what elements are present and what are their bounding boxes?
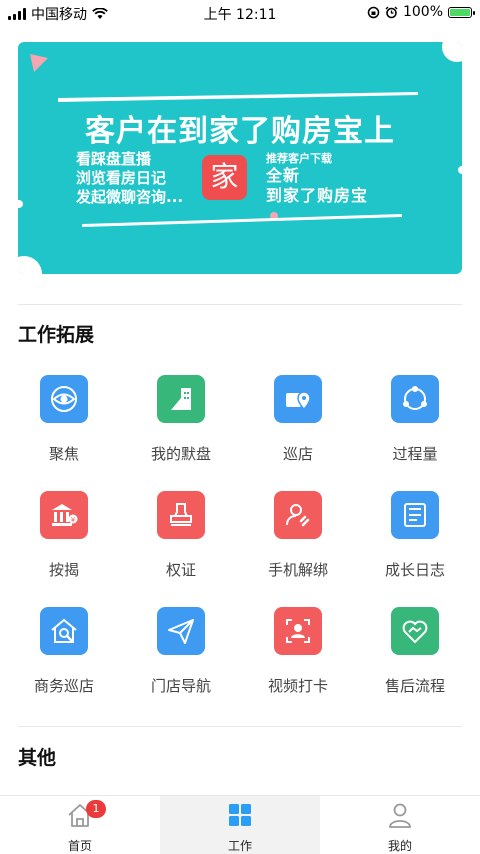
work-item-label: 成长日志 bbox=[384, 561, 445, 579]
recommend-caption: 推荐客户下载 bbox=[266, 152, 332, 165]
circle-decoration bbox=[442, 42, 462, 62]
section-title-other: 其他 bbox=[18, 747, 57, 769]
cycle-icon bbox=[391, 375, 439, 423]
work-item-focus[interactable]: 聚焦 bbox=[4, 372, 124, 482]
work-item-certificate[interactable]: 权证 bbox=[121, 488, 241, 598]
work-item-label: 售后流程 bbox=[384, 677, 445, 695]
section-title-work: 工作拓展 bbox=[18, 324, 95, 346]
alarm-icon bbox=[385, 6, 398, 18]
tab-home[interactable]: 1 首页 bbox=[0, 796, 160, 854]
tab-mine[interactable]: 我的 bbox=[320, 796, 480, 854]
work-item-phone-unbind[interactable]: 手机解绑 bbox=[238, 488, 358, 598]
stripe-decoration bbox=[82, 214, 402, 227]
work-item-store-navigation[interactable]: 门店导航 bbox=[121, 604, 241, 714]
bottom-tab-bar: 1 首页 工作 我的 bbox=[0, 795, 480, 854]
face-scan-icon bbox=[274, 607, 322, 655]
bank-icon: ¥ bbox=[40, 491, 88, 539]
work-item-label: 视频打卡 bbox=[267, 677, 328, 695]
banner-feature: 浏览看房日记 bbox=[76, 169, 167, 187]
banner-recommend: 推荐客户下载 全新 到家了购房宝 bbox=[266, 150, 368, 206]
house-search-icon bbox=[40, 607, 88, 655]
banner-feature: 看踩盘直播 bbox=[76, 150, 152, 168]
work-item-growth-log[interactable]: 成长日志 bbox=[355, 488, 475, 598]
work-item-label: 聚焦 bbox=[48, 445, 79, 463]
recommend-line: 到家了购房宝 bbox=[266, 186, 369, 205]
dot-decoration bbox=[458, 166, 462, 174]
dot-decoration bbox=[18, 200, 23, 208]
svg-text:¥: ¥ bbox=[71, 516, 76, 524]
grid-icon bbox=[229, 804, 251, 826]
tab-work[interactable]: 工作 bbox=[160, 796, 320, 854]
log-icon bbox=[391, 491, 439, 539]
work-item-my-listing[interactable]: 我的默盘 bbox=[121, 372, 241, 482]
banner-feature: 发起微聊咨询... bbox=[76, 188, 184, 206]
work-item-after-sales[interactable]: 售后流程 bbox=[355, 604, 475, 714]
recommend-line: 全新 bbox=[266, 166, 301, 185]
work-item-label: 手机解绑 bbox=[267, 561, 328, 579]
work-item-mortgage[interactable]: ¥ 按揭 bbox=[4, 488, 124, 598]
work-item-label: 我的默盘 bbox=[150, 445, 211, 463]
battery-icon bbox=[448, 6, 475, 18]
building-icon bbox=[157, 375, 205, 423]
work-item-process-volume[interactable]: 过程量 bbox=[355, 372, 475, 482]
rotation-lock-icon bbox=[367, 6, 380, 18]
stripe-decoration bbox=[58, 92, 418, 102]
work-item-store-patrol[interactable]: 巡店 bbox=[238, 372, 358, 482]
work-item-label: 门店导航 bbox=[150, 677, 211, 695]
status-bar: 中国移动 上午 12:11 100% bbox=[0, 0, 480, 26]
tab-label: 我的 bbox=[387, 839, 412, 853]
battery-percent: 100% bbox=[402, 4, 443, 20]
user-unlink-icon bbox=[274, 491, 322, 539]
divider bbox=[18, 304, 462, 305]
heart-handshake-icon bbox=[391, 607, 439, 655]
divider bbox=[18, 726, 462, 727]
notification-badge: 1 bbox=[86, 800, 106, 818]
work-item-video-checkin[interactable]: 视频打卡 bbox=[238, 604, 358, 714]
paper-plane-icon bbox=[157, 607, 205, 655]
work-item-label: 权证 bbox=[165, 561, 196, 579]
stamp-icon bbox=[157, 491, 205, 539]
store-location-icon bbox=[274, 375, 322, 423]
work-item-label: 过程量 bbox=[392, 445, 438, 463]
tab-label: 首页 bbox=[67, 839, 92, 853]
app-logo: 家 bbox=[202, 155, 247, 200]
triangle-decoration bbox=[30, 54, 48, 72]
circle-decoration bbox=[18, 256, 42, 274]
promo-banner[interactable]: 客户在到家了购房宝上 看踩盘直播 浏览看房日记 发起微聊咨询... 家 推荐客户… bbox=[18, 42, 462, 274]
work-item-label: 巡店 bbox=[282, 445, 313, 463]
work-item-business-patrol[interactable]: 商务巡店 bbox=[4, 604, 124, 714]
banner-title: 客户在到家了购房宝上 bbox=[85, 114, 395, 149]
work-item-label: 按揭 bbox=[48, 561, 79, 579]
banner-features: 看踩盘直播 浏览看房日记 发起微聊咨询... bbox=[76, 150, 183, 207]
tab-label: 工作 bbox=[227, 839, 252, 853]
user-icon bbox=[389, 803, 411, 828]
work-item-label: 商务巡店 bbox=[33, 677, 94, 695]
eye-icon bbox=[40, 375, 88, 423]
